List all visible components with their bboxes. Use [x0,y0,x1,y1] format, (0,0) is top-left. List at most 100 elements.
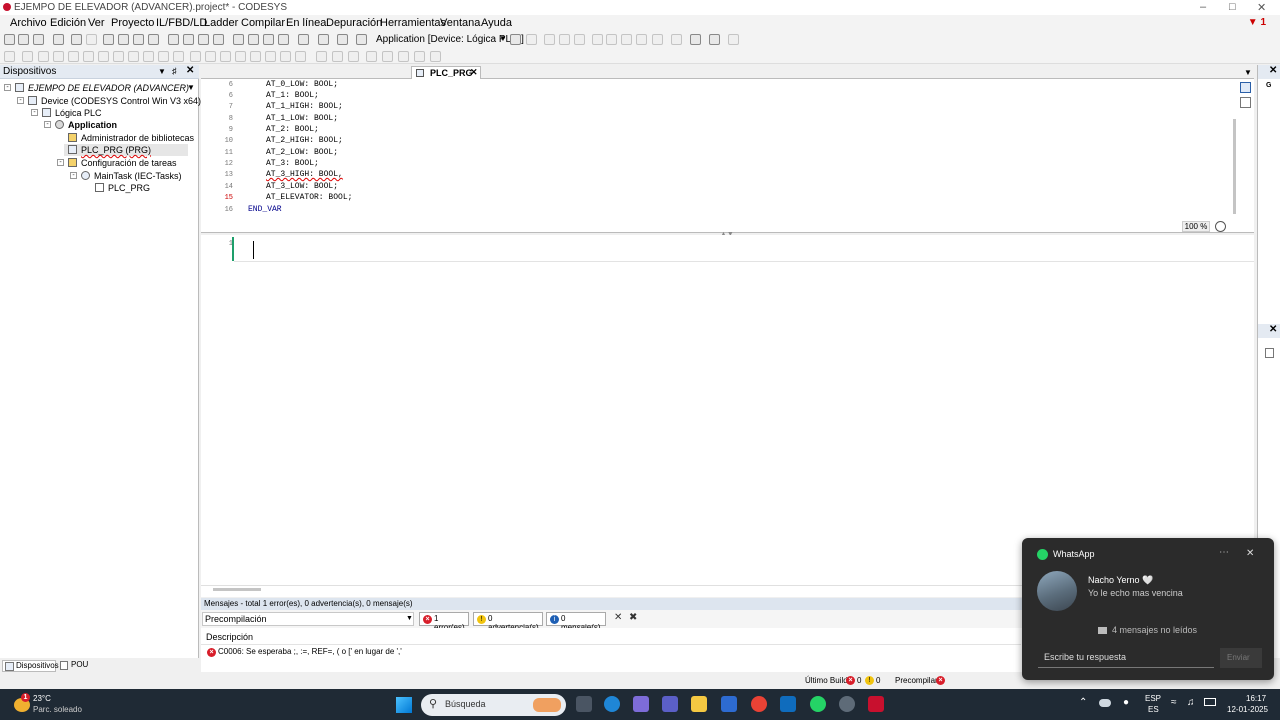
close-notification-icon[interactable]: ✕ [1246,548,1254,559]
close-button[interactable]: ✕ [1257,1,1266,14]
more-options-icon[interactable]: ⋯ [1219,547,1229,558]
outlook-icon[interactable] [780,696,796,712]
close-panel-icon[interactable]: ✕ [186,65,194,76]
contact-icon[interactable] [38,51,49,62]
alert-icon[interactable]: ▼ 1 [1248,17,1266,28]
close-panel-icon[interactable]: ✕ [1269,324,1277,335]
return-icon[interactable] [265,51,276,62]
wifi-icon[interactable]: ≈ [1171,697,1177,708]
language-label[interactable]: ESP [1145,694,1161,703]
menu-archivo[interactable]: Archivo [10,17,47,29]
tab-plc-prg[interactable]: PLC_PRG ✕ [411,66,481,79]
chrome-icon[interactable] [751,696,767,712]
media-player-icon[interactable] [721,696,737,712]
view-declarations-icon[interactable] [1240,82,1251,93]
menu-ver[interactable]: Ver [88,17,105,29]
view-table-icon[interactable] [1240,97,1251,108]
unforce-icon[interactable] [709,34,720,45]
branch-icon[interactable] [295,51,306,62]
panel-menu-icon[interactable]: ▼ [158,67,166,76]
keyboard-label[interactable]: ES [1148,705,1159,714]
redo-icon[interactable] [86,34,97,45]
stop-icon[interactable] [559,34,570,45]
precompile-label[interactable]: Precompilar [895,676,938,685]
network-icon[interactable] [430,51,441,62]
collapse-icon[interactable]: - [70,172,77,179]
menu-ayuda[interactable]: Ayuda [481,17,512,29]
tree-item-project[interactable]: EJEMPO DE ELEVADOR (ADVANCER) [28,83,189,93]
bookmark-clear-icon[interactable] [278,34,289,45]
implementation-editor[interactable]: 1 [201,235,1254,585]
whatsapp-taskbar-icon[interactable] [810,696,826,712]
menu-ventana[interactable]: Ventana [440,17,480,29]
tab-devices[interactable]: Dispositivos [2,660,59,672]
chevron-up-icon[interactable]: ⌃ [1079,697,1087,708]
pin-icon[interactable]: ♯ [172,66,177,76]
network-icon[interactable] [366,51,377,62]
battery-icon[interactable] [1204,698,1216,706]
search-box[interactable]: ⚲ Búsqueda [421,694,566,716]
menu-herramientas[interactable]: Herramientas [380,17,446,29]
tree-item-maintask[interactable]: MainTask (IEC-Tasks) [94,171,182,181]
close-tab-icon[interactable]: ✕ [470,67,478,78]
step-into-icon[interactable] [621,34,632,45]
menu-depuracion[interactable]: Depuración [326,17,382,29]
declaration-editor[interactable]: 6 AT_0_LOW: BOOL; 6 AT_1: BOOL; 7 AT_1_H… [201,79,1254,233]
breakpoint-icon[interactable] [592,34,603,45]
tree-item-library-manager[interactable]: Administrador de bibliotecas [81,133,194,143]
collapse-icon[interactable]: - [44,121,51,128]
clear-messages-icon[interactable]: ✕ [614,612,622,623]
menu-edicion[interactable]: Edición [50,17,86,29]
cloud-icon[interactable] [1099,699,1111,707]
run-to-cursor-icon[interactable] [652,34,663,45]
tree-item-task-config[interactable]: Configuración de tareas [81,158,177,168]
collapse-icon[interactable]: - [31,109,38,116]
collapse-icon[interactable]: - [4,84,11,91]
code-line[interactable]: AT_1_LOW: BOOL; [266,114,338,123]
menu-en-linea[interactable]: En línea [286,17,326,29]
contact-icon[interactable] [53,51,64,62]
filter-messages-button[interactable]: i 0 mensaje(s) [546,612,606,632]
input-icon[interactable] [332,51,343,62]
horizontal-scrollbar[interactable] [213,588,261,591]
code-line[interactable]: AT_3: BOOL; [266,159,319,168]
simulate-icon[interactable] [728,34,739,45]
replace-icon[interactable] [183,34,194,45]
windows-start-icon[interactable] [396,697,412,713]
coil-icon[interactable] [173,51,184,62]
code-line[interactable]: AT_3_LOW: BOOL; [266,182,338,191]
write-values-icon[interactable] [671,34,682,45]
box-icon[interactable] [220,51,231,62]
menu-compilar[interactable]: Compilar [241,17,285,29]
toolbox-tab-icon[interactable]: G [1266,82,1271,89]
coil-icon[interactable] [158,51,169,62]
code-line[interactable]: AT_1: BOOL; [266,91,319,100]
copy-icon[interactable] [118,34,129,45]
filter-errors-button[interactable]: × 1 error(es) [419,612,469,632]
box-icon[interactable] [205,51,216,62]
tree-item-plc-prg-call[interactable]: PLC_PRG [108,183,150,193]
tree-item-plc-prg[interactable]: PLC_PRG (PRG) [81,145,151,155]
edge-icon[interactable] [604,696,620,712]
device-icon[interactable] [298,34,309,45]
save-icon[interactable] [33,34,44,45]
volume-icon[interactable]: ♫ [1187,697,1195,708]
zoom-level[interactable]: 100 % [1182,221,1210,232]
code-line[interactable]: AT_2: BOOL; [266,125,319,134]
new-project-icon[interactable] [4,34,15,45]
tab-pou[interactable]: POU [58,660,88,672]
tree-item-application[interactable]: Application [68,120,117,130]
branch-icon[interactable] [280,51,291,62]
whatsapp-notification[interactable]: WhatsApp ⋯ ✕ Nacho Yerno 🤍 Yo le echo ma… [1022,538,1274,680]
step-over-icon[interactable] [606,34,617,45]
box-icon[interactable] [235,51,246,62]
clear-all-icon[interactable]: ✖ [629,612,637,623]
layout-icon[interactable] [318,34,329,45]
settings-icon[interactable] [839,696,855,712]
tree-item-device[interactable]: Device (CODESYS Control Win V3 x64) [41,96,201,106]
clock-time[interactable]: 16:17 [1246,694,1266,703]
copilot-icon[interactable] [633,696,649,712]
menu-il-fbd-ld[interactable]: IL/FBD/LD [156,17,207,29]
coil-icon[interactable] [128,51,139,62]
login-icon[interactable] [510,34,521,45]
